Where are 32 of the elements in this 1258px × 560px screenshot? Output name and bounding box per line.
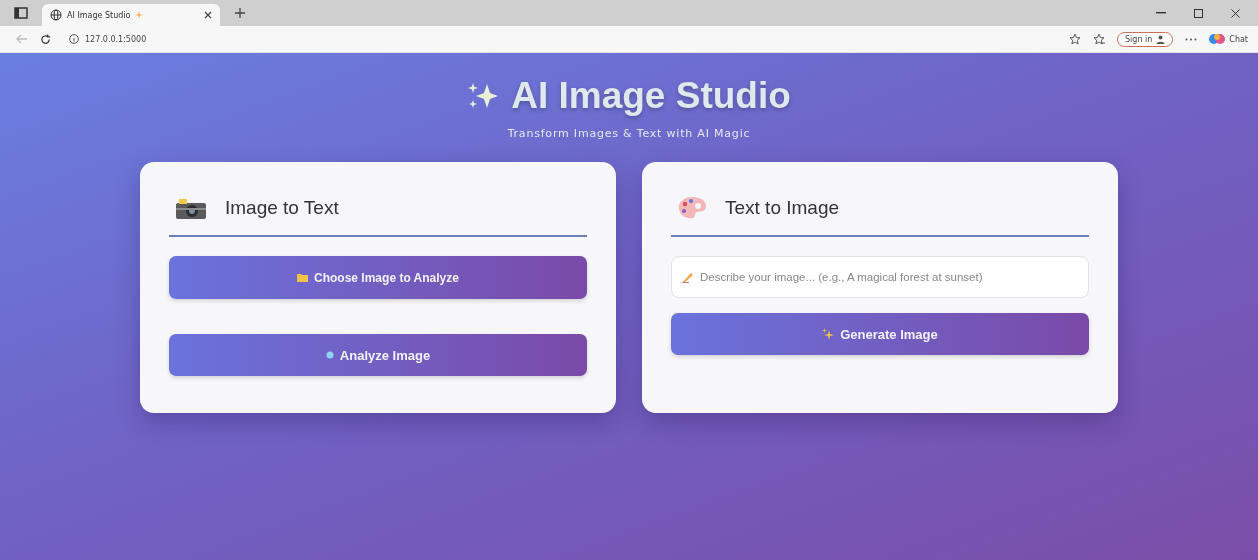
app-subtitle: Transform Images & Text with AI Magic — [507, 127, 751, 140]
info-icon — [69, 34, 79, 44]
sidebar-icon[interactable] — [14, 7, 28, 19]
sparkle-icon — [135, 11, 144, 19]
choose-image-button[interactable]: Choose Image to Analyze — [169, 256, 587, 299]
panel-title: Text to Image — [725, 197, 840, 219]
chat-button[interactable]: Chat — [1209, 32, 1248, 46]
more-icon[interactable] — [1185, 37, 1198, 41]
star-icon[interactable] — [1069, 33, 1081, 45]
palette-icon — [677, 195, 707, 221]
generate-button[interactable]: Generate Image — [671, 313, 1089, 355]
sign-in-button[interactable]: Sign in — [1117, 31, 1174, 47]
refresh-icon[interactable] — [40, 33, 51, 45]
browser-tab[interactable]: AI Image Studio — [42, 4, 220, 26]
maximize-icon[interactable] — [1194, 8, 1203, 18]
folder-icon — [297, 273, 309, 282]
favorites-icon[interactable] — [1093, 33, 1105, 45]
close-icon[interactable] — [204, 11, 212, 19]
prompt-field[interactable]: Describe your image... (e.g., A magical forest at sunset) — [671, 256, 1089, 298]
app-title: AI Image Studio — [511, 75, 791, 117]
globe-icon — [50, 9, 62, 21]
panel-title: Image to Text — [225, 197, 339, 219]
minimize-icon[interactable] — [1156, 12, 1166, 14]
address-field[interactable]: 127.0.0.1:5000 — [63, 32, 153, 46]
orb-icon — [325, 351, 334, 359]
person-icon — [1156, 34, 1166, 44]
camera-icon — [175, 196, 207, 220]
close-icon[interactable] — [1231, 8, 1240, 18]
sparkles-icon — [822, 328, 835, 340]
analyze-button[interactable]: Analyze Image — [169, 334, 587, 376]
chat-icon — [1209, 32, 1226, 46]
plus-icon[interactable] — [234, 7, 246, 19]
